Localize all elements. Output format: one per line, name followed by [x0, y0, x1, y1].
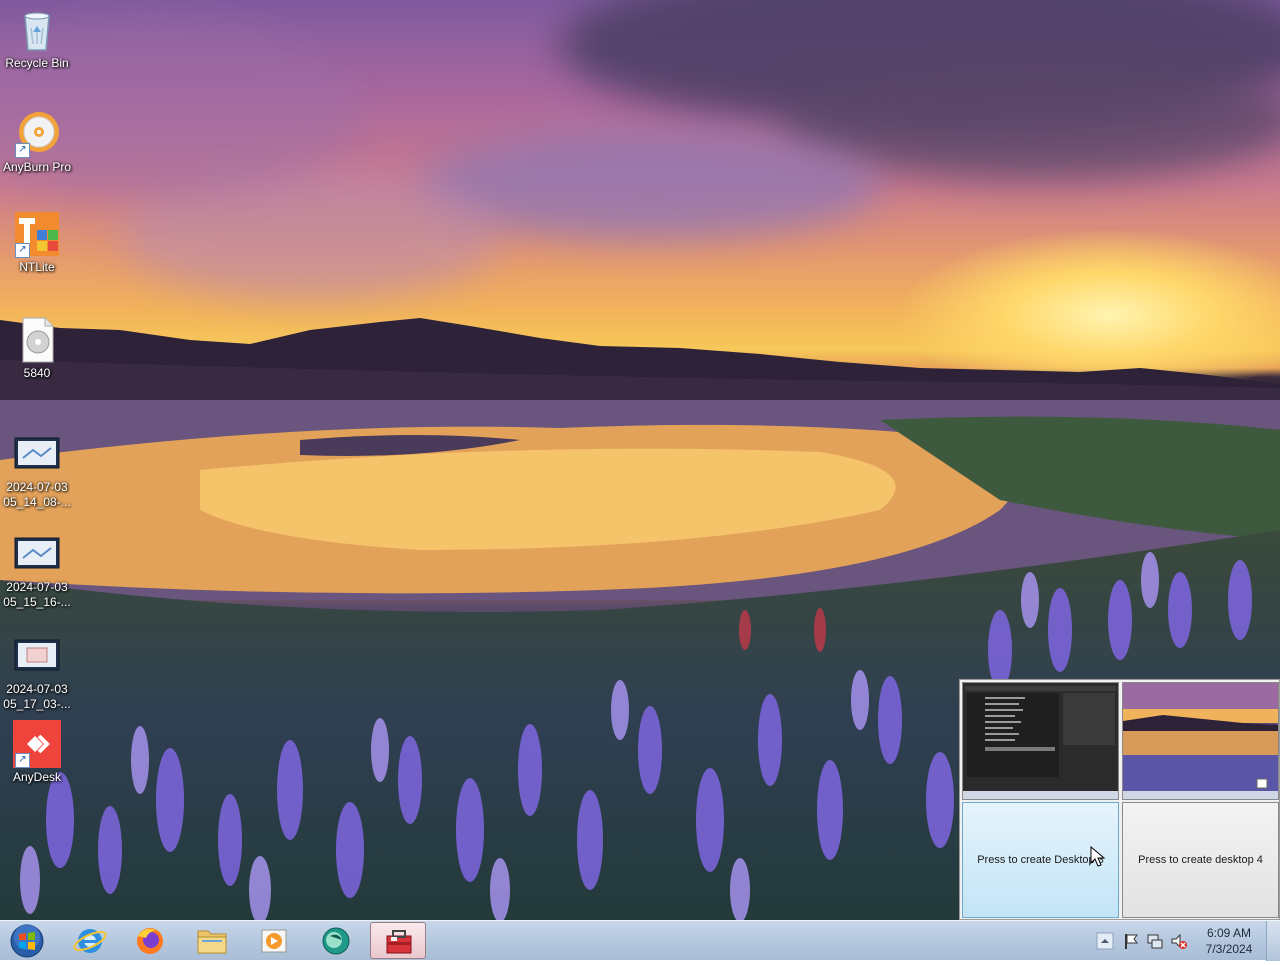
ntlite-label: NTLite — [19, 260, 55, 274]
ntlite-icon-tile[interactable]: ↗ NTLite — [0, 210, 74, 275]
image-file-icon — [13, 632, 61, 680]
desktop-1-preview — [963, 683, 1118, 799]
taskbar-toolbox-app[interactable] — [370, 922, 426, 959]
file-5840-icon-tile[interactable]: 5840 — [0, 316, 74, 381]
show-desktop-button[interactable] — [1266, 921, 1280, 961]
taskbar: 6:09 AM 7/3/2024 — [0, 920, 1280, 961]
folder-icon — [197, 930, 227, 954]
image-file-icon — [13, 430, 61, 478]
network-button[interactable] — [1146, 932, 1164, 950]
disc-image-file-icon — [13, 316, 61, 364]
screenshot-2-icon-tile[interactable]: 2024-07-03 05_15_16-... — [0, 530, 74, 610]
anydesk-icon: ↗ — [13, 720, 61, 768]
internet-explorer-icon — [73, 929, 107, 953]
flag-icon — [1125, 934, 1138, 949]
screenshot-2-label: 2024-07-03 05_15_16-... — [3, 580, 71, 609]
desktop-1-thumbnail[interactable] — [962, 682, 1119, 800]
clock-date: 7/3/2024 — [1205, 942, 1253, 956]
shortcut-arrow-icon: ↗ — [15, 753, 30, 768]
clock[interactable]: 6:09 AM 7/3/2024 — [1192, 925, 1266, 957]
globe-app-icon — [322, 927, 350, 955]
create-desktop-4-label: Press to create desktop 4 — [1138, 854, 1263, 866]
screenshot-3-label: 2024-07-03 05_17_03-... — [3, 682, 71, 711]
ntlite-icon: ↗ — [13, 210, 61, 258]
volume-muted-icon — [1171, 933, 1187, 949]
disc-burner-icon: ↗ — [13, 110, 61, 158]
chevron-up-icon — [1096, 932, 1114, 950]
show-hidden-icons-button[interactable] — [1096, 932, 1114, 950]
anyburn-pro-label: AnyBurn Pro — [2, 160, 72, 174]
taskbar-app-globe[interactable] — [308, 922, 364, 959]
recycle-bin-icon-tile[interactable]: Recycle Bin — [0, 6, 74, 71]
screenshot-3-icon-tile[interactable]: 2024-07-03 05_17_03-... — [0, 632, 74, 712]
recycle-bin-icon — [13, 6, 61, 54]
taskbar-internet-explorer[interactable] — [62, 922, 118, 959]
create-desktop-4-button[interactable]: Press to create desktop 4 — [1122, 802, 1279, 918]
volume-button[interactable] — [1170, 932, 1188, 950]
create-desktop-3-label: Press to create Desktop 3 — [977, 854, 1104, 866]
mountain-silhouette — [0, 318, 1280, 410]
network-icon — [1147, 934, 1163, 949]
recycle-bin-label: Recycle Bin — [5, 56, 69, 70]
screenshot-1-icon-tile[interactable]: 2024-07-03 05_14_08-... — [0, 430, 74, 510]
action-center-flag-button[interactable] — [1122, 932, 1140, 950]
shortcut-arrow-icon: ↗ — [15, 243, 30, 258]
media-player-icon — [261, 929, 287, 953]
screenshot-1-label: 2024-07-03 05_14_08-... — [3, 480, 71, 509]
clock-time: 6:09 AM — [1206, 926, 1252, 940]
taskbar-file-explorer[interactable] — [184, 922, 240, 959]
file-5840-label: 5840 — [23, 366, 51, 380]
taskbar-firefox[interactable] — [122, 922, 178, 959]
windows-start-orb-icon — [10, 924, 44, 958]
virtual-desktop-switcher: Press to create Desktop 3 Press to creat… — [959, 679, 1280, 920]
start-button[interactable] — [6, 923, 48, 959]
anydesk-icon-tile[interactable]: ↗ AnyDesk — [0, 720, 74, 785]
desktop-2-thumbnail[interactable] — [1122, 682, 1279, 800]
desktop-2-preview — [1123, 683, 1278, 799]
shortcut-arrow-icon: ↗ — [15, 143, 30, 158]
toolbox-icon — [386, 930, 412, 954]
firefox-icon — [137, 928, 163, 954]
anyburn-pro-icon-tile[interactable]: ↗ AnyBurn Pro — [0, 110, 74, 175]
image-file-icon — [13, 530, 61, 578]
anydesk-label: AnyDesk — [12, 770, 62, 784]
mouse-cursor-icon — [1090, 846, 1106, 867]
taskbar-media-player[interactable] — [246, 922, 302, 959]
